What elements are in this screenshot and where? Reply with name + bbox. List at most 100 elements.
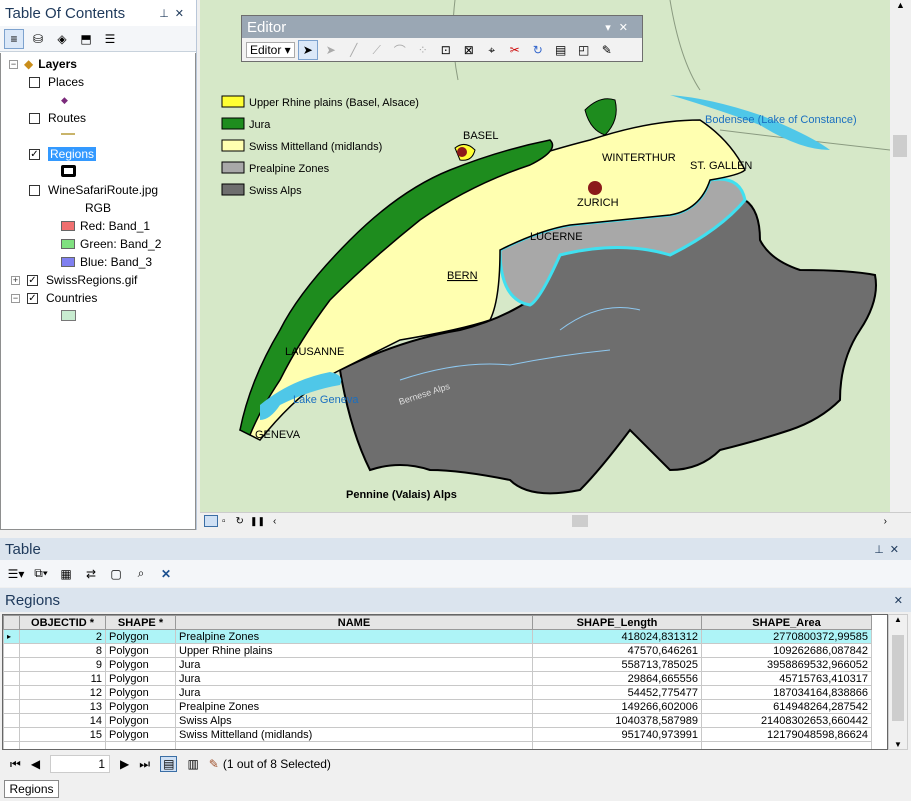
table-cell[interactable]: Polygon [105,643,176,658]
table-cell[interactable]: 951740,973991 [532,727,702,742]
table-row[interactable]: 9 Polygon Jura 558713,785025 3958869532,9660… [3,657,872,672]
close-icon[interactable]: ✕ [894,594,903,607]
list-by-drawing-order-icon[interactable]: ≡ [4,28,24,49]
show-all-records-icon[interactable]: ▤ [160,756,178,772]
trace-icon[interactable]: ⌒ [390,40,410,60]
table-row[interactable]: ▸ 2 Polygon Prealpine Zones 418024,831312 277… [3,629,872,644]
zoom-to-selected-icon[interactable]: ⌕ [131,564,151,584]
table-options-icon[interactable]: ☰▾ [6,564,26,584]
layer-regions[interactable]: ✓ Regions [29,145,97,163]
table-cell[interactable]: Swiss Mittelland (midlands) [175,727,533,742]
table-cell[interactable]: 13 [19,699,106,714]
row-selector[interactable]: ▸ [3,629,20,644]
table-cell[interactable]: 54452,775477 [532,685,702,700]
table-row[interactable]: 13 Polygon Prealpine Zones 149266,602006 614… [3,699,872,714]
scroll-thumb[interactable] [893,135,907,157]
related-tables-icon[interactable]: ⧉▾ [31,564,51,584]
table-cell[interactable]: Polygon [105,685,176,700]
pin-close-icons[interactable]: ⊥✕ [874,543,905,556]
table-cell[interactable]: 558713,785025 [532,657,702,672]
sketch-properties-icon[interactable]: ◰ [574,40,594,60]
table-cell[interactable]: Jura [175,671,533,686]
toolbar-controls-icon[interactable]: ▾✕ [605,21,636,34]
table-cell[interactable]: Polygon [105,629,176,644]
table-row[interactable]: 11 Polygon Jura 29864,665556 45715763,410317 [3,671,872,686]
row-selector[interactable] [3,643,20,658]
layers-root[interactable]: − ◆ Layers [9,55,77,73]
table-cell[interactable]: 47570,646261 [532,643,702,658]
table-scrollbar[interactable]: ▲ ▼ [888,614,908,750]
edit-tool-icon[interactable]: ➤ [297,40,318,60]
table-cell[interactable]: Polygon [105,699,176,714]
options-icon[interactable]: ☰ [100,29,120,49]
table-cell[interactable]: 45715763,410317 [701,671,872,686]
editor-title-bar[interactable]: Editor ▾✕ [242,16,642,38]
table-cell[interactable]: 109262686,087842 [701,643,872,658]
row-selector-header[interactable] [3,615,20,630]
table-cell[interactable]: 9 [19,657,106,672]
clear-selection-icon[interactable]: ▢ [106,564,126,584]
pin-close-icons[interactable]: ⊥✕ [159,7,190,20]
list-by-selection-icon[interactable]: ⬒ [76,29,96,49]
table-tab-regions[interactable]: Regions [4,780,59,798]
endpoint-arc-icon[interactable]: ⟋ [367,40,387,60]
table-cell[interactable]: 614948264,287542 [701,699,872,714]
row-selector[interactable] [3,657,20,672]
table-cell[interactable]: 21408302653,660442 [701,713,872,728]
attributes-icon[interactable]: ▤ [551,40,571,60]
col-header[interactable]: OBJECTID * [19,615,106,630]
table-cell[interactable]: 29864,665556 [532,671,702,686]
table-cell[interactable]: Polygon [105,671,176,686]
reshape-icon[interactable]: ⊠ [459,40,479,60]
row-selector[interactable] [3,671,20,686]
table-cell[interactable]: Polygon [105,727,176,742]
layer-checkbox[interactable] [29,76,40,88]
table-cell[interactable]: 187034164,838866 [701,685,872,700]
layer-checkbox[interactable]: ✓ [27,274,38,286]
table-row[interactable]: 15 Polygon Swiss Mittelland (midlands) 9517… [3,727,872,742]
layer-checkbox[interactable] [29,184,40,196]
col-header[interactable]: SHAPE * [105,615,176,630]
table-cell[interactable]: 12179048598,86624 [701,727,872,742]
table-row[interactable]: 12 Polygon Jura 54452,775477 187034164,83886… [3,685,872,700]
prev-record-icon[interactable]: ◀ [31,757,40,771]
map-view[interactable]: Upper Rhine plains (Basel, Alsace) Jura … [200,0,891,512]
data-view-icon[interactable] [204,515,218,527]
table-cell[interactable]: 1040378,587989 [532,713,702,728]
table-row[interactable]: 8 Polygon Upper Rhine plains 47570,646261 10… [3,643,872,658]
layer-checkbox[interactable] [29,112,40,124]
layer-places[interactable]: Places [29,73,84,91]
table-cell[interactable]: 14 [19,713,106,728]
collapse-icon[interactable]: − [9,59,18,69]
editor-menu-button[interactable]: Editor ▾ [246,42,295,58]
col-header[interactable]: SHAPE_Area [701,615,872,630]
table-cell[interactable]: Jura [175,685,533,700]
row-selector[interactable] [3,713,20,728]
layer-countries[interactable]: − ✓ Countries [11,289,97,307]
edit-vertices-icon[interactable]: ⊡ [436,40,456,60]
map-vertical-scrollbar[interactable]: ▲ [890,0,911,512]
point-icon[interactable]: ⁘ [413,40,433,60]
table-cell[interactable]: Polygon [105,657,176,672]
layer-checkbox[interactable]: ✓ [27,292,38,304]
table-cell[interactable]: 149266,602006 [532,699,702,714]
row-selector[interactable] [3,727,20,742]
table-cell[interactable]: 11 [19,671,106,686]
table-cell[interactable]: Prealpine Zones [175,629,533,644]
switch-selection-icon[interactable]: ⇄ [81,564,101,584]
layer-checkbox[interactable]: ✓ [29,148,40,160]
table-row[interactable]: 14 Polygon Swiss Alps 1040378,587989 2140830… [3,713,872,728]
split-icon[interactable]: ✂ [505,40,525,60]
h-scroll-thumb[interactable] [572,515,588,527]
table-cell[interactable]: Swiss Alps [175,713,533,728]
scroll-up-icon[interactable]: ▲ [889,615,907,624]
refresh-icon[interactable]: ↻ [236,516,244,527]
table-cell[interactable]: 3958869532,966052 [701,657,872,672]
last-record-icon[interactable]: ⏭ [139,757,150,772]
table-cell[interactable]: 418024,831312 [532,629,702,644]
expand-icon[interactable]: + [11,275,20,285]
table-cell[interactable]: 2 [19,629,106,644]
attribute-table[interactable]: OBJECTID * SHAPE * NAME SHAPE_Length SHA… [2,614,888,750]
create-features-icon[interactable]: ✎ [597,40,617,60]
table-cell[interactable]: 12 [19,685,106,700]
